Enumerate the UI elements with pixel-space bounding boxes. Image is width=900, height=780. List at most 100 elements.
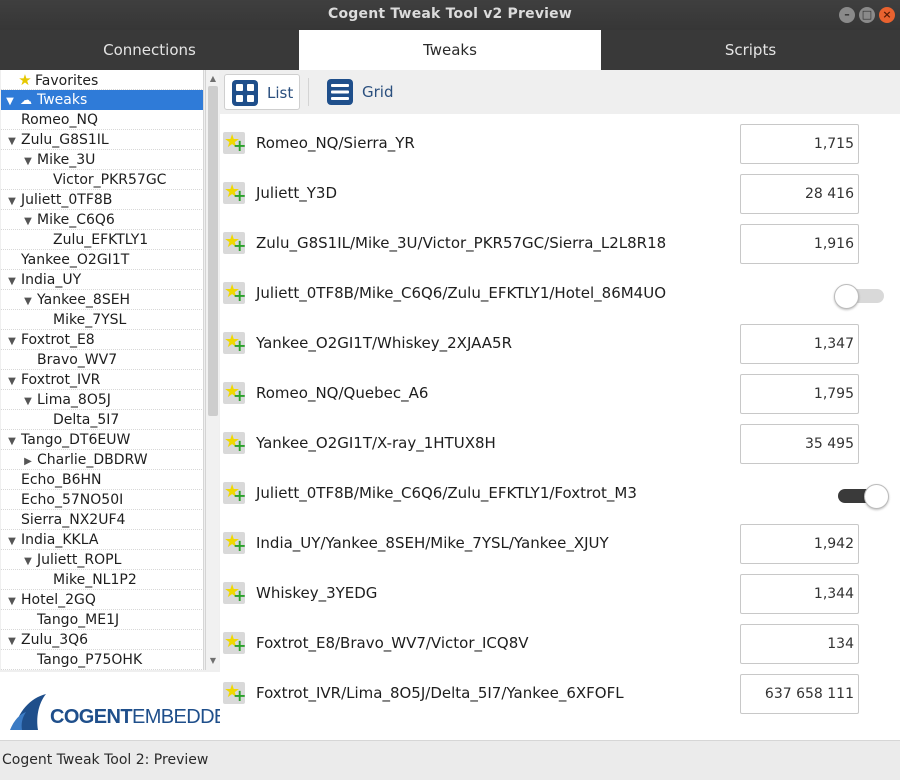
tree-item[interactable]: ▼ Tango_DT6EUW <box>1 430 203 452</box>
add-favorite-star-icon[interactable]: ★ + <box>223 281 246 305</box>
tree-item[interactable]: ▼ Juliett_ROPL <box>1 550 203 572</box>
tweak-value-input[interactable]: 28 416 <box>740 174 859 214</box>
tree-item-label: Tweaks <box>37 92 88 108</box>
expand-down-icon[interactable]: ▼ <box>5 432 19 452</box>
expand-down-icon[interactable]: ▼ <box>5 332 19 352</box>
tree-item[interactable]: ▼ Mike_C6Q6 <box>1 210 203 232</box>
tree-item[interactable]: ▼ Zulu_3Q6 <box>1 630 203 652</box>
list-view-label: List <box>267 84 294 102</box>
tree-item[interactable]: ▼ India_KKLA <box>1 530 203 552</box>
expand-down-icon[interactable]: ▼ <box>5 132 19 152</box>
expand-down-icon[interactable]: ▼ <box>21 392 35 412</box>
expand-down-icon[interactable]: ▼ <box>5 532 19 552</box>
expand-down-icon[interactable]: ▼ <box>21 152 35 172</box>
add-favorite-star-icon[interactable]: ★ + <box>223 481 246 505</box>
add-favorite-star-icon[interactable]: ★ + <box>223 381 246 405</box>
grid-view-label: Grid <box>362 83 394 101</box>
scroll-up-icon[interactable]: ▲ <box>206 72 220 86</box>
tweak-value-input[interactable]: 1,344 <box>740 574 859 614</box>
expand-down-icon[interactable]: ▼ <box>3 92 17 112</box>
tree-item-label: Echo_B6HN <box>21 472 102 488</box>
tree-item[interactable]: ▼ Yankee_8SEH <box>1 290 203 312</box>
tree-item-label: Tango_P75OHK <box>37 652 143 668</box>
tree-item[interactable]: ★ Favorites <box>1 70 203 90</box>
tab-connections[interactable]: Connections <box>0 30 299 70</box>
tree-item[interactable]: Victor_PKR57GC <box>1 170 203 190</box>
tweak-value-input[interactable]: 637 658 111 <box>740 674 859 714</box>
add-favorite-star-icon[interactable]: ★ + <box>223 431 246 455</box>
tree-item[interactable]: Yankee_O2GI1T <box>1 250 203 270</box>
tweak-value-input[interactable]: 1,347 <box>740 324 859 364</box>
tree-item[interactable]: ▶ Charlie_DBDRW <box>1 450 203 472</box>
scrollbar-thumb[interactable] <box>208 86 218 416</box>
tree-item-label: India_KKLA <box>21 532 99 548</box>
expand-down-icon[interactable]: ▼ <box>5 632 19 652</box>
tree-item-label: Tango_DT6EUW <box>21 432 131 448</box>
tweak-toggle-switch[interactable] <box>834 284 890 309</box>
tree-item[interactable]: Romeo_NQ <box>1 110 203 130</box>
add-favorite-star-icon[interactable]: ★ + <box>223 531 246 555</box>
grid-view-button[interactable]: Grid <box>320 74 400 110</box>
tree-item[interactable]: Tango_ME1J <box>1 610 203 630</box>
tweak-value-input[interactable]: 1,916 <box>740 224 859 264</box>
tree-item[interactable]: Delta_5I7 <box>1 410 203 430</box>
tree-item[interactable]: Echo_57NO50I <box>1 490 203 510</box>
tweak-value-input[interactable]: 1,715 <box>740 124 859 164</box>
tree-item[interactable]: ▼ Juliett_0TF8B <box>1 190 203 212</box>
add-favorite-star-icon[interactable]: ★ + <box>223 131 246 155</box>
expand-down-icon[interactable]: ▼ <box>21 552 35 572</box>
tree-item-label: Mike_3U <box>37 152 96 168</box>
tweak-value-input[interactable]: 35 495 <box>740 424 859 464</box>
add-favorite-star-icon[interactable]: ★ + <box>223 231 246 255</box>
minimize-icon[interactable]: – <box>839 7 855 23</box>
tweak-label: India_UY/Yankee_8SEH/Mike_7YSL/Yankee_XJ… <box>256 534 609 552</box>
tree-item[interactable]: ▼ Lima_8O5J <box>1 390 203 412</box>
tab-tweaks[interactable]: Tweaks <box>299 30 601 70</box>
expand-down-icon[interactable]: ▼ <box>5 592 19 612</box>
add-favorite-star-icon[interactable]: ★ + <box>223 181 246 205</box>
tree-item[interactable]: ▼ ☁ Tweaks <box>1 90 203 112</box>
tree-item[interactable]: ▼ Foxtrot_IVR <box>1 370 203 392</box>
expand-down-icon[interactable]: ▼ <box>5 272 19 292</box>
tweak-tree-panel: ★ Favorites ▼ ☁ Tweaks Romeo_NQ ▼ Zulu_G8S1IL ▼ M… <box>0 70 220 670</box>
tree-item-label: Tango_ME1J <box>37 612 120 628</box>
close-icon[interactable]: × <box>879 7 895 23</box>
tree-item[interactable]: ▼ India_UY <box>1 270 203 292</box>
tweak-value-input[interactable]: 134 <box>740 624 859 664</box>
tab-scripts[interactable]: Scripts <box>601 30 900 70</box>
tweak-label: Juliett_0TF8B/Mike_C6Q6/Zulu_EFKTLY1/Fox… <box>256 484 637 502</box>
status-text: Cogent Tweak Tool 2: Preview <box>2 752 209 768</box>
expand-down-icon[interactable]: ▼ <box>5 372 19 392</box>
tweak-value-input[interactable]: 1,942 <box>740 524 859 564</box>
expand-right-icon[interactable]: ▶ <box>21 452 35 472</box>
tree-item-label: Foxtrot_IVR <box>21 372 101 388</box>
tweak-label: Juliett_0TF8B/Mike_C6Q6/Zulu_EFKTLY1/Hot… <box>256 284 667 302</box>
tree-item[interactable]: ▼ Mike_3U <box>1 150 203 172</box>
tweak-tree[interactable]: ★ Favorites ▼ ☁ Tweaks Romeo_NQ ▼ Zulu_G8S1IL ▼ M… <box>1 70 204 670</box>
tree-item[interactable]: ▼ Foxtrot_E8 <box>1 330 203 352</box>
tree-item[interactable]: Sierra_NX2UF4 <box>1 510 203 530</box>
expand-down-icon[interactable]: ▼ <box>5 192 19 212</box>
tree-item[interactable]: Echo_B6HN <box>1 470 203 490</box>
tree-item[interactable]: ▼ Hotel_2GQ <box>1 590 203 612</box>
tweak-row: ★ + Juliett_0TF8B/Mike_C6Q6/Zulu_EFKTLY1/F… <box>220 464 900 514</box>
tree-item[interactable]: Zulu_EFKTLY1 <box>1 230 203 250</box>
add-favorite-star-icon[interactable]: ★ + <box>223 331 246 355</box>
tree-item[interactable]: Mike_7YSL <box>1 310 203 330</box>
tree-item[interactable]: Bravo_WV7 <box>1 350 203 370</box>
maximize-icon[interactable]: □ <box>859 7 875 23</box>
tree-item[interactable]: Tango_P75OHK <box>1 650 203 670</box>
scroll-down-icon[interactable]: ▼ <box>206 654 220 668</box>
tweak-toggle-switch[interactable] <box>834 484 890 509</box>
tree-scrollbar[interactable]: ▲ ▼ <box>205 70 219 670</box>
expand-down-icon[interactable]: ▼ <box>21 292 35 312</box>
add-favorite-star-icon[interactable]: ★ + <box>223 681 246 705</box>
tweak-value-input[interactable]: 1,795 <box>740 374 859 414</box>
tree-item[interactable]: ▼ Zulu_G8S1IL <box>1 130 203 152</box>
tree-item[interactable]: Mike_NL1P2 <box>1 570 203 590</box>
expand-down-icon[interactable]: ▼ <box>21 212 35 232</box>
add-favorite-star-icon[interactable]: ★ + <box>223 581 246 605</box>
add-favorite-star-icon[interactable]: ★ + <box>223 631 246 655</box>
list-view-button[interactable]: List <box>224 74 300 110</box>
tweak-label: Foxtrot_E8/Bravo_WV7/Victor_ICQ8V <box>256 634 529 652</box>
